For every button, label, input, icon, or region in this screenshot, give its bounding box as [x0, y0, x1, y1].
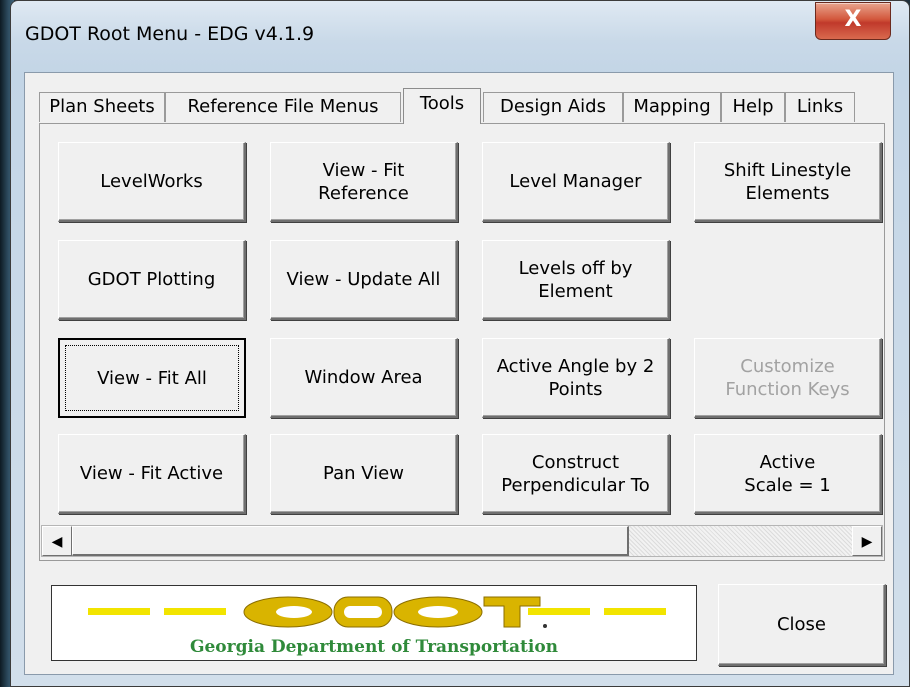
- dialog-window: GDOT Root Menu - EDG v4.1.9 X Plan Sheet…: [10, 0, 910, 687]
- dialog-client-area: Plan Sheets Reference File Menus Tools D…: [24, 72, 894, 675]
- tab-plan-sheets[interactable]: Plan Sheets: [39, 92, 165, 122]
- view-update-all-button[interactable]: View - Update All: [270, 240, 458, 320]
- level-manager-button[interactable]: Level Manager: [482, 142, 670, 222]
- levels-off-by-element-button[interactable]: Levels off by Element: [482, 240, 670, 320]
- active-scale-button[interactable]: Active Scale = 1: [694, 434, 882, 514]
- active-angle-label: Active Angle by 2 Points: [496, 355, 655, 400]
- level-manager-label: Level Manager: [509, 171, 642, 192]
- window-title: GDOT Root Menu - EDG v4.1.9: [25, 23, 315, 45]
- window-area-label: Window Area: [304, 367, 423, 388]
- tab-tools[interactable]: Tools: [403, 88, 481, 124]
- view-fit-reference-button[interactable]: View - Fit Reference: [270, 142, 458, 222]
- view-fit-reference-label: View - Fit Reference: [318, 159, 409, 204]
- pan-view-button[interactable]: Pan View: [270, 434, 458, 514]
- agency-name: Georgia Department of Transportation: [190, 637, 558, 657]
- close-button-label: Close: [776, 614, 827, 635]
- title-bar[interactable]: GDOT Root Menu - EDG v4.1.9 X: [11, 1, 909, 71]
- tab-links[interactable]: Links: [785, 92, 855, 122]
- customize-function-keys-label: Customize Function Keys: [725, 355, 850, 400]
- tab-mapping[interactable]: Mapping: [623, 92, 721, 122]
- window-close-icon[interactable]: X: [815, 2, 891, 40]
- tab-design-aids[interactable]: Design Aids: [483, 92, 623, 122]
- window-area-button[interactable]: Window Area: [270, 338, 458, 418]
- levels-off-by-element-label: Levels off by Element: [518, 257, 633, 302]
- view-fit-active-label: View - Fit Active: [79, 463, 224, 484]
- gdot-wordmark: [243, 596, 547, 628]
- customize-function-keys-button: Customize Function Keys: [694, 338, 882, 418]
- active-scale-label: Active Scale = 1: [744, 451, 831, 496]
- view-fit-all-button[interactable]: View - Fit All: [58, 338, 246, 418]
- tab-reference-file-menus[interactable]: Reference File Menus: [165, 92, 401, 122]
- scroll-left-icon[interactable]: ◀: [42, 526, 72, 556]
- levelworks-button[interactable]: LevelWorks: [58, 142, 246, 222]
- levelworks-label: LevelWorks: [100, 171, 203, 192]
- construct-perpendicular-label: Construct Perpendicular To: [501, 451, 650, 496]
- gdot-logo-image: Georgia Department of Transportation: [88, 596, 666, 657]
- horizontal-scrollbar[interactable]: ◀ ▶: [41, 525, 883, 557]
- gdot-logo: Georgia Department of Transportation: [51, 585, 697, 661]
- gdot-plotting-label: GDOT Plotting: [87, 269, 216, 290]
- gdot-plotting-button[interactable]: GDOT Plotting: [58, 240, 246, 320]
- scrollbar-thumb[interactable]: [72, 526, 629, 556]
- close-button[interactable]: Close: [718, 584, 886, 666]
- tools-panel: LevelWorks View - Fit Reference Level Ma…: [39, 123, 885, 561]
- scrollbar-track[interactable]: [629, 526, 852, 556]
- view-fit-active-button[interactable]: View - Fit Active: [58, 434, 246, 514]
- shift-linestyle-elements-label: Shift Linestyle Elements: [723, 159, 852, 204]
- shift-linestyle-elements-button[interactable]: Shift Linestyle Elements: [694, 142, 882, 222]
- scroll-right-icon[interactable]: ▶: [852, 526, 882, 556]
- view-fit-all-label: View - Fit All: [97, 367, 207, 389]
- active-angle-button[interactable]: Active Angle by 2 Points: [482, 338, 670, 418]
- pan-view-label: Pan View: [323, 463, 404, 484]
- tab-help[interactable]: Help: [721, 92, 785, 122]
- construct-perpendicular-button[interactable]: Construct Perpendicular To: [482, 434, 670, 514]
- view-update-all-label: View - Update All: [286, 269, 441, 290]
